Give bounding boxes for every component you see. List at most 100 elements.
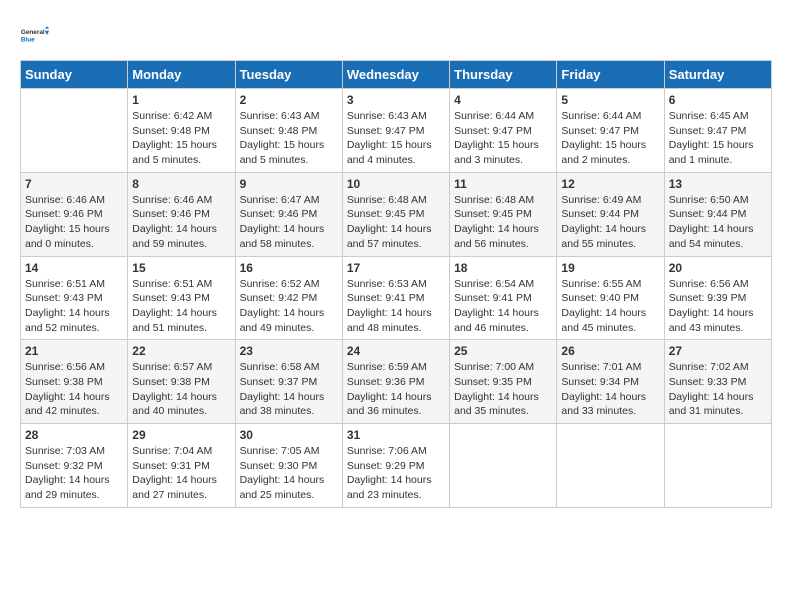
svg-text:General: General <box>21 29 45 36</box>
day-cell <box>450 424 557 508</box>
day-info: Sunrise: 6:52 AM Sunset: 9:42 PM Dayligh… <box>240 277 338 336</box>
day-cell: 16 Sunrise: 6:52 AM Sunset: 9:42 PM Dayli… <box>235 256 342 340</box>
day-cell: 31 Sunrise: 7:06 AM Sunset: 9:29 PM Dayli… <box>342 424 449 508</box>
weekday-header-saturday: Saturday <box>664 61 771 89</box>
day-number: 25 <box>454 344 552 358</box>
day-cell: 18 Sunrise: 6:54 AM Sunset: 9:41 PM Dayli… <box>450 256 557 340</box>
day-cell: 14 Sunrise: 6:51 AM Sunset: 9:43 PM Dayli… <box>21 256 128 340</box>
day-cell: 30 Sunrise: 7:05 AM Sunset: 9:30 PM Dayli… <box>235 424 342 508</box>
day-cell: 28Sunrise: 7:03 AM Sunset: 9:32 PM Dayli… <box>21 424 128 508</box>
day-number: 7 <box>25 177 123 191</box>
day-info: Sunrise: 6:48 AM Sunset: 9:45 PM Dayligh… <box>347 193 445 252</box>
day-number: 12 <box>561 177 659 191</box>
weekday-header-sunday: Sunday <box>21 61 128 89</box>
day-info: Sunrise: 6:55 AM Sunset: 9:40 PM Dayligh… <box>561 277 659 336</box>
weekday-header-thursday: Thursday <box>450 61 557 89</box>
day-info: Sunrise: 6:43 AM Sunset: 9:47 PM Dayligh… <box>347 109 445 168</box>
day-info: Sunrise: 7:05 AM Sunset: 9:30 PM Dayligh… <box>240 444 338 503</box>
day-info: Sunrise: 6:51 AM Sunset: 9:43 PM Dayligh… <box>132 277 230 336</box>
day-number: 3 <box>347 93 445 107</box>
day-info: Sunrise: 6:47 AM Sunset: 9:46 PM Dayligh… <box>240 193 338 252</box>
day-info: Sunrise: 6:46 AM Sunset: 9:46 PM Dayligh… <box>25 193 123 252</box>
day-info: Sunrise: 6:44 AM Sunset: 9:47 PM Dayligh… <box>454 109 552 168</box>
day-info: Sunrise: 6:49 AM Sunset: 9:44 PM Dayligh… <box>561 193 659 252</box>
day-cell: 27Sunrise: 7:02 AM Sunset: 9:33 PM Dayli… <box>664 340 771 424</box>
day-cell: 6Sunrise: 6:45 AM Sunset: 9:47 PM Daylig… <box>664 89 771 173</box>
day-info: Sunrise: 6:42 AM Sunset: 9:48 PM Dayligh… <box>132 109 230 168</box>
day-cell: 5 Sunrise: 6:44 AM Sunset: 9:47 PM Daylig… <box>557 89 664 173</box>
weekday-header-tuesday: Tuesday <box>235 61 342 89</box>
day-info: Sunrise: 7:06 AM Sunset: 9:29 PM Dayligh… <box>347 444 445 503</box>
day-cell: 9 Sunrise: 6:47 AM Sunset: 9:46 PM Daylig… <box>235 172 342 256</box>
day-cell: 20 Sunrise: 6:56 AM Sunset: 9:39 PM Dayli… <box>664 256 771 340</box>
calendar-table: SundayMondayTuesdayWednesdayThursdayFrid… <box>20 60 772 508</box>
svg-text:Blue: Blue <box>21 36 35 43</box>
day-number: 30 <box>240 428 338 442</box>
day-number: 14 <box>25 261 123 275</box>
week-row-2: 7 Sunrise: 6:46 AM Sunset: 9:46 PM Daylig… <box>21 172 772 256</box>
day-info: Sunrise: 6:44 AM Sunset: 9:47 PM Dayligh… <box>561 109 659 168</box>
day-info: Sunrise: 7:00 AM Sunset: 9:35 PM Dayligh… <box>454 360 552 419</box>
day-cell: 10 Sunrise: 6:48 AM Sunset: 9:45 PM Dayli… <box>342 172 449 256</box>
day-info: Sunrise: 6:57 AM Sunset: 9:38 PM Dayligh… <box>132 360 230 419</box>
day-cell: 19 Sunrise: 6:55 AM Sunset: 9:40 PM Dayli… <box>557 256 664 340</box>
day-number: 5 <box>561 93 659 107</box>
page-header: GeneralBlue <box>20 20 772 50</box>
logo-icon: GeneralBlue <box>20 20 50 50</box>
day-cell: 3 Sunrise: 6:43 AM Sunset: 9:47 PM Daylig… <box>342 89 449 173</box>
day-info: Sunrise: 7:01 AM Sunset: 9:34 PM Dayligh… <box>561 360 659 419</box>
day-number: 19 <box>561 261 659 275</box>
day-cell: 11 Sunrise: 6:48 AM Sunset: 9:45 PM Dayli… <box>450 172 557 256</box>
day-number: 13 <box>669 177 767 191</box>
day-number: 9 <box>240 177 338 191</box>
day-number: 20 <box>669 261 767 275</box>
day-cell: 4Sunrise: 6:44 AM Sunset: 9:47 PM Daylig… <box>450 89 557 173</box>
day-number: 24 <box>347 344 445 358</box>
day-number: 11 <box>454 177 552 191</box>
day-info: Sunrise: 6:50 AM Sunset: 9:44 PM Dayligh… <box>669 193 767 252</box>
day-number: 18 <box>454 261 552 275</box>
day-info: Sunrise: 7:02 AM Sunset: 9:33 PM Dayligh… <box>669 360 767 419</box>
day-number: 21 <box>25 344 123 358</box>
day-number: 2 <box>240 93 338 107</box>
day-cell: 12 Sunrise: 6:49 AM Sunset: 9:44 PM Dayli… <box>557 172 664 256</box>
weekday-header-wednesday: Wednesday <box>342 61 449 89</box>
day-number: 31 <box>347 428 445 442</box>
day-number: 29 <box>132 428 230 442</box>
day-number: 22 <box>132 344 230 358</box>
week-row-5: 28Sunrise: 7:03 AM Sunset: 9:32 PM Dayli… <box>21 424 772 508</box>
day-number: 1 <box>132 93 230 107</box>
day-number: 26 <box>561 344 659 358</box>
day-number: 15 <box>132 261 230 275</box>
day-cell <box>21 89 128 173</box>
day-number: 23 <box>240 344 338 358</box>
day-cell: 25 Sunrise: 7:00 AM Sunset: 9:35 PM Dayli… <box>450 340 557 424</box>
day-info: Sunrise: 6:53 AM Sunset: 9:41 PM Dayligh… <box>347 277 445 336</box>
day-cell <box>664 424 771 508</box>
day-info: Sunrise: 6:58 AM Sunset: 9:37 PM Dayligh… <box>240 360 338 419</box>
day-cell: 23 Sunrise: 6:58 AM Sunset: 9:37 PM Dayli… <box>235 340 342 424</box>
day-cell: 1 Sunrise: 6:42 AM Sunset: 9:48 PM Daylig… <box>128 89 235 173</box>
day-info: Sunrise: 6:48 AM Sunset: 9:45 PM Dayligh… <box>454 193 552 252</box>
day-cell: 2Sunrise: 6:43 AM Sunset: 9:48 PM Daylig… <box>235 89 342 173</box>
day-info: Sunrise: 7:04 AM Sunset: 9:31 PM Dayligh… <box>132 444 230 503</box>
day-cell: 17 Sunrise: 6:53 AM Sunset: 9:41 PM Dayli… <box>342 256 449 340</box>
day-number: 17 <box>347 261 445 275</box>
day-number: 16 <box>240 261 338 275</box>
day-info: Sunrise: 6:54 AM Sunset: 9:41 PM Dayligh… <box>454 277 552 336</box>
day-info: Sunrise: 6:59 AM Sunset: 9:36 PM Dayligh… <box>347 360 445 419</box>
weekday-header-monday: Monday <box>128 61 235 89</box>
day-info: Sunrise: 7:03 AM Sunset: 9:32 PM Dayligh… <box>25 444 123 503</box>
weekday-header-friday: Friday <box>557 61 664 89</box>
day-info: Sunrise: 6:51 AM Sunset: 9:43 PM Dayligh… <box>25 277 123 336</box>
day-cell <box>557 424 664 508</box>
day-cell: 29 Sunrise: 7:04 AM Sunset: 9:31 PM Dayli… <box>128 424 235 508</box>
day-cell: 13 Sunrise: 6:50 AM Sunset: 9:44 PM Dayli… <box>664 172 771 256</box>
weekday-header-row: SundayMondayTuesdayWednesdayThursdayFrid… <box>21 61 772 89</box>
day-info: Sunrise: 6:56 AM Sunset: 9:39 PM Dayligh… <box>669 277 767 336</box>
week-row-1: 1 Sunrise: 6:42 AM Sunset: 9:48 PM Daylig… <box>21 89 772 173</box>
day-cell: 26 Sunrise: 7:01 AM Sunset: 9:34 PM Dayli… <box>557 340 664 424</box>
day-cell: 15 Sunrise: 6:51 AM Sunset: 9:43 PM Dayli… <box>128 256 235 340</box>
logo: GeneralBlue <box>20 20 50 50</box>
day-number: 10 <box>347 177 445 191</box>
